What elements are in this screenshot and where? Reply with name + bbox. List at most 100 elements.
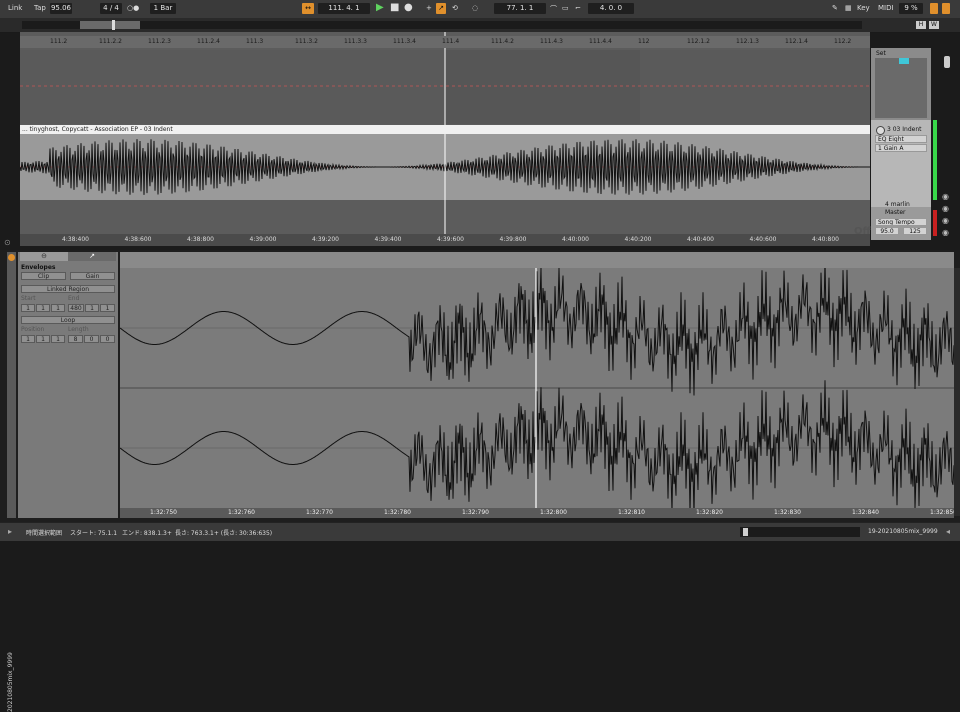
ruler-tick: 112.1.2 bbox=[687, 38, 710, 45]
returns-toggle-icon[interactable]: ◉ bbox=[942, 216, 949, 225]
level-meter bbox=[933, 120, 937, 200]
time-signature-field[interactable]: 4 / 4 bbox=[100, 3, 122, 14]
parameter-chooser[interactable]: 1 Gain A bbox=[875, 144, 927, 152]
panel-toggle-icon[interactable]: ⊙ bbox=[4, 238, 11, 247]
audio-indicator bbox=[942, 3, 950, 14]
loop-length-field[interactable]: 4. 0. 0 bbox=[588, 3, 634, 14]
position-sixteenth-field[interactable]: 1 bbox=[51, 335, 65, 343]
position-beat-field[interactable]: 1 bbox=[36, 335, 50, 343]
envelope-editor[interactable] bbox=[120, 268, 954, 516]
track-mixer-panel: Set 3 03 Indent EQ Eight 1 Gain A 4 marl… bbox=[871, 48, 931, 240]
h-button[interactable]: H bbox=[916, 21, 926, 29]
track-on-toggle[interactable] bbox=[899, 58, 909, 64]
time_ruler-tick: 4:38:400 bbox=[62, 236, 89, 243]
key-map-button[interactable]: Key bbox=[857, 4, 870, 12]
detail_ruler-tick: 1:32:840 bbox=[852, 509, 879, 516]
detail_ruler-tick: 1:32:810 bbox=[618, 509, 645, 516]
end-beat-field[interactable]: 1 bbox=[85, 304, 99, 312]
start-bar-field[interactable]: 1 bbox=[21, 304, 35, 312]
ruler-tick: 111.4 bbox=[442, 38, 460, 45]
linked-region-button[interactable]: Linked Region bbox=[21, 285, 115, 293]
song-tempo-chooser[interactable]: Song Tempo bbox=[875, 218, 927, 226]
io-toggle-icon[interactable]: ◉ bbox=[942, 192, 949, 201]
reenable-automation-icon[interactable]: ⟲ bbox=[452, 4, 458, 12]
automation-arm-icon[interactable]: ↗ bbox=[436, 3, 446, 14]
overview-track bbox=[22, 21, 862, 29]
start-sixteenth-field[interactable]: 1 bbox=[51, 304, 65, 312]
link-button[interactable]: Link bbox=[8, 4, 22, 12]
position-label: Position bbox=[21, 326, 45, 333]
play-icon[interactable]: ▶ bbox=[376, 2, 384, 13]
sends-toggle-icon[interactable]: ◉ bbox=[942, 204, 949, 213]
detail_ruler-tick: 1:32:830 bbox=[774, 509, 801, 516]
clip-vertical-label: 20210805mix_9999 bbox=[7, 652, 14, 712]
time_ruler-tick: 4:39:000 bbox=[249, 236, 277, 243]
ruler-tick: 111.2.2 bbox=[99, 38, 122, 45]
clip-activator[interactable] bbox=[8, 254, 15, 261]
overview-viewport[interactable] bbox=[80, 21, 140, 29]
device-chooser[interactable]: EQ Eight bbox=[875, 135, 927, 143]
key-map-icon[interactable]: ▦ bbox=[845, 4, 852, 12]
track-meter-bg bbox=[875, 58, 927, 118]
detail_ruler-tick: 1:32:750 bbox=[150, 509, 177, 516]
quantize-menu[interactable]: 1 Bar bbox=[150, 3, 176, 14]
start-label: Start bbox=[21, 295, 36, 302]
status-scroller[interactable] bbox=[740, 527, 860, 537]
time_ruler-tick: 4:40:600 bbox=[749, 236, 777, 243]
arrangement-position-field[interactable]: 111. 4. 1 bbox=[318, 3, 370, 14]
beat-ruler[interactable]: 111.2 111.2.2 111.2.3 111.2.4 111.3 111.3.2 11… bbox=[20, 36, 870, 48]
position-bar-field[interactable]: 1 bbox=[21, 335, 35, 343]
tempo-field[interactable]: 95.06 bbox=[50, 3, 72, 14]
loop-switch-icon[interactable]: ▭ bbox=[562, 4, 569, 12]
punch-out-icon[interactable]: ⌐ bbox=[575, 4, 581, 12]
follow-button[interactable]: ↔ bbox=[302, 3, 314, 14]
end-sixteenth-field[interactable]: 1 bbox=[100, 304, 115, 312]
tempo-max-field[interactable]: 125 bbox=[903, 227, 927, 235]
cpu-meter: 9 % bbox=[899, 3, 923, 14]
clip-waveform[interactable] bbox=[20, 134, 870, 200]
punch-in-icon[interactable]: ⌒ bbox=[550, 4, 557, 14]
status-bar: 時間選択範囲 スタート: 75.1.1 エンド: 838.1.3+ 長さ: 76… bbox=[0, 522, 960, 541]
w-button[interactable]: W bbox=[929, 21, 939, 29]
time_ruler-tick: 4:40:800 bbox=[812, 236, 839, 243]
length-sixteenth-field[interactable]: 0 bbox=[100, 335, 115, 343]
automation-off-label: Off bbox=[854, 226, 871, 237]
detail_ruler-tick: 1:32:850 bbox=[930, 509, 957, 516]
envelope-device-chooser[interactable]: Clip bbox=[21, 272, 66, 280]
length-beat-field[interactable]: 0 bbox=[84, 335, 99, 343]
overdub-icon[interactable]: + bbox=[426, 4, 432, 12]
draw-mode-icon[interactable]: ✎ bbox=[832, 4, 838, 12]
sample-tab-icon[interactable]: ↗ bbox=[68, 252, 116, 261]
tap-button[interactable]: Tap bbox=[34, 4, 46, 12]
tempo-min-field[interactable]: 95.0 bbox=[875, 227, 899, 235]
info-toggle-icon[interactable]: ▸ bbox=[8, 527, 12, 536]
record-icon[interactable]: ● bbox=[404, 2, 413, 13]
time_ruler-tick: 4:39:600 bbox=[437, 236, 464, 243]
arrangement-overview[interactable]: H W bbox=[0, 18, 960, 33]
clip-title-bar[interactable]: ... tinyghost, Copycatt - Association EP… bbox=[20, 125, 870, 134]
length-bar-field[interactable]: 8 bbox=[68, 335, 83, 343]
ruler-tick: 111.2.4 bbox=[197, 38, 220, 45]
stop-icon[interactable]: ■ bbox=[390, 2, 399, 13]
time_ruler-tick: 4:40:000 bbox=[562, 236, 589, 243]
metronome-button[interactable]: ○● bbox=[127, 4, 139, 12]
time_ruler-tick: 4:39:400 bbox=[374, 236, 402, 243]
end-bar-field[interactable]: 480 bbox=[68, 304, 84, 312]
track-fold-icon[interactable] bbox=[876, 126, 885, 135]
arrangement-scrollbar[interactable] bbox=[944, 56, 950, 68]
detail_ruler-tick: 1:32:770 bbox=[306, 509, 333, 516]
capture-icon[interactable]: ◌ bbox=[472, 4, 478, 12]
midi-map-button[interactable]: MIDI bbox=[878, 4, 894, 12]
mixer-toggle-icon[interactable]: ◉ bbox=[942, 228, 949, 237]
time-ruler[interactable]: 4:38:400 4:38:600 4:38:800 4:39:000 4:39:200… bbox=[20, 234, 870, 246]
loop-button[interactable]: Loop bbox=[21, 316, 115, 324]
detail-toggle-icon[interactable]: ◂ bbox=[946, 527, 950, 536]
detail-time-ruler[interactable]: 1:32:750 1:32:760 1:32:770 1:32:780 1:32:790… bbox=[120, 508, 957, 518]
loop-start-field[interactable]: 77. 1. 1 bbox=[494, 3, 546, 14]
detail-scrollbar[interactable] bbox=[954, 268, 960, 516]
ruler-tick: 112.1.3 bbox=[736, 38, 759, 45]
envelopes-tab-icon[interactable]: ⊖ bbox=[20, 252, 68, 261]
start-beat-field[interactable]: 1 bbox=[36, 304, 50, 312]
envelope-control-chooser[interactable]: Gain bbox=[70, 272, 115, 280]
detail-header-strip[interactable] bbox=[120, 252, 954, 268]
